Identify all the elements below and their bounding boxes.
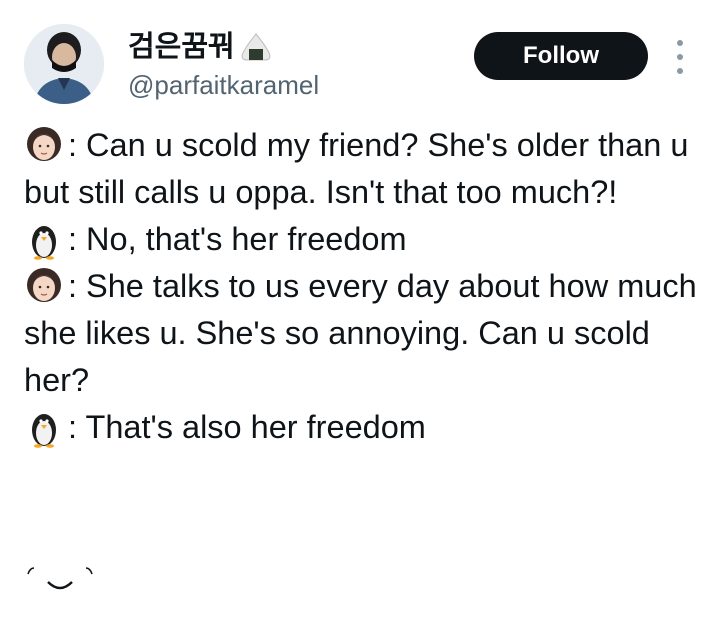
author-handle[interactable]: @parfaitkaramel [128,70,319,100]
tweet-line: : Can u scold my friend? She's older tha… [24,122,704,216]
tweet-line: : She talks to us every day about how mu… [24,263,704,404]
author-display-name[interactable]: 검은꿈꿔 [128,30,235,64]
tweet-line: : That's also her freedom [24,404,704,451]
penguin-icon [32,225,56,260]
more-vertical-icon[interactable] [668,40,692,74]
tweet-line-text: : She talks to us every day about how mu… [24,268,697,398]
tweet-line-text: : That's also her freedom [68,409,426,445]
avatar[interactable] [24,24,104,104]
woman-face-icon [27,127,61,161]
rice-ball-icon [241,33,271,61]
follow-button[interactable]: Follow [474,32,648,80]
author-display-name-row[interactable]: 검은꿈꿔 [128,30,273,64]
tweet-text: : Can u scold my friend? She's older tha… [24,122,704,451]
more-dot [677,54,683,60]
more-dot [677,68,683,74]
tweet-line: : No, that's her freedom [24,216,704,263]
avatar-image [24,24,104,104]
tweet-line-text: : No, that's her freedom [68,221,407,257]
more-dot [677,40,683,46]
tweet-card: 검은꿈꿔 @parfaitkaramel Follow : Can u scol… [0,0,720,625]
woman-face-icon [27,268,61,302]
tweet-line-text: : Can u scold my friend? She's older tha… [24,127,689,210]
penguin-icon [32,413,56,448]
smile-emoticon [27,567,93,590]
